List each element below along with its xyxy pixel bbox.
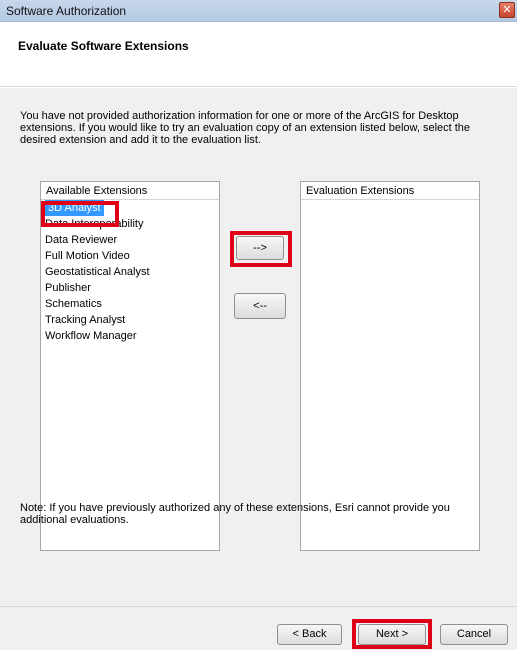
add-to-evaluation-button[interactable]: --> [236, 236, 284, 260]
list-item-workflow-manager[interactable]: Workflow Manager [41, 328, 219, 344]
wizard-footer: < Back Next > Cancel [0, 607, 517, 650]
wizard-content: You have not provided authorization info… [0, 88, 517, 606]
list-item-geostatistical-analyst[interactable]: Geostatistical Analyst [41, 264, 219, 280]
available-extensions-header: Available Extensions [41, 182, 219, 200]
available-extensions-list[interactable]: Available Extensions 3D Analyst Data Int… [40, 181, 220, 551]
intro-text: You have not provided authorization info… [20, 110, 471, 146]
list-item-full-motion-video[interactable]: Full Motion Video [41, 248, 219, 264]
list-item-data-reviewer[interactable]: Data Reviewer [41, 232, 219, 248]
remove-from-evaluation-button[interactable]: <-- [234, 293, 286, 319]
cancel-button[interactable]: Cancel [440, 624, 508, 645]
list-item-tracking-analyst[interactable]: Tracking Analyst [41, 312, 219, 328]
evaluation-extensions-header: Evaluation Extensions [301, 182, 479, 200]
next-button[interactable]: Next > [358, 624, 426, 645]
wizard-header: Evaluate Software Extensions [0, 22, 517, 87]
page-heading: Evaluate Software Extensions [18, 39, 189, 53]
available-extensions-items: 3D Analyst Data Interoperability Data Re… [41, 200, 219, 344]
evaluation-extensions-list[interactable]: Evaluation Extensions [300, 181, 480, 551]
back-button[interactable]: < Back [277, 624, 342, 645]
list-item-3d-analyst[interactable]: 3D Analyst [41, 200, 219, 216]
close-icon[interactable]: ✕ [499, 2, 515, 18]
title-bar: Software Authorization ✕ [0, 0, 517, 22]
list-item-data-interoperability[interactable]: Data Interoperability [41, 216, 219, 232]
list-item-schematics[interactable]: Schematics [41, 296, 219, 312]
list-item-publisher[interactable]: Publisher [41, 280, 219, 296]
note-text: Note: If you have previously authorized … [20, 502, 450, 526]
window-title: Software Authorization [6, 4, 127, 18]
